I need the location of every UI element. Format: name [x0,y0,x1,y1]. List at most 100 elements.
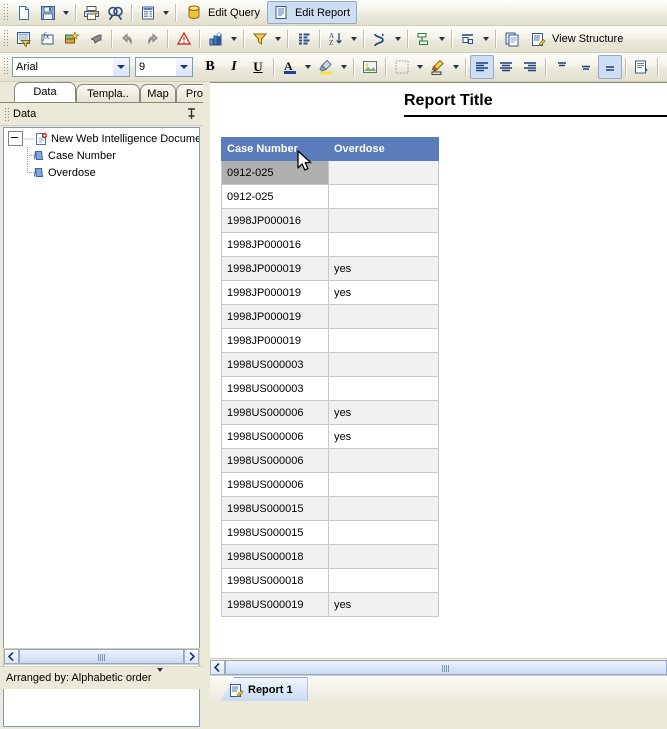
insert-row-icon[interactable] [412,27,436,51]
highlight-color-icon[interactable] [314,55,338,79]
underline-button[interactable]: U [246,55,270,79]
scroll-right-button[interactable] [184,649,199,664]
tree-node-case-number[interactable]: Case Number [4,147,199,164]
border-style-icon[interactable] [426,55,450,79]
cell-case-number[interactable]: 1998JP000019 [221,328,329,353]
bold-button[interactable]: B [198,55,222,79]
font-size-combo[interactable]: 9 [135,57,193,77]
break-dropdown-caret[interactable] [392,28,404,50]
find-icon[interactable] [104,1,128,25]
hscroll-thumb[interactable] [225,659,667,675]
cell-overdose[interactable] [328,328,439,353]
align-bottom-icon[interactable] [598,55,622,79]
align-middle-icon[interactable] [574,55,598,79]
ranking-icon[interactable] [292,27,316,51]
view-structure-button[interactable]: View Structure [524,28,630,51]
cell-overdose[interactable] [328,304,439,329]
undo-icon[interactable] [116,27,140,51]
hscroll-track[interactable] [19,649,184,664]
font-color-dropdown-caret[interactable] [302,56,314,78]
borders-dropdown-caret[interactable] [414,56,426,78]
toolbar-grip[interactable] [2,58,10,76]
cell-case-number[interactable]: 1998JP000019 [221,280,329,305]
sort-dropdown-caret[interactable] [348,28,360,50]
panel-grip[interactable] [4,107,10,121]
pin-icon[interactable] [183,106,199,122]
edit-query-button[interactable]: Edit Query [180,1,267,24]
tab-map[interactable]: Map [140,84,176,102]
italic-button[interactable]: I [222,55,246,79]
tree-node-overdose[interactable]: Overdose [4,164,199,181]
data-tree[interactable]: New Web Intelligence Document Case Numbe… [3,127,200,727]
table-row[interactable]: 1998US000003 [221,352,439,377]
cell-case-number[interactable]: 1998US000015 [221,496,329,521]
insert-row-dropdown-caret[interactable] [436,28,448,50]
insert-chart-dropdown-caret[interactable] [228,28,240,50]
cell-overdose[interactable] [328,520,439,545]
formula-editor-icon[interactable]: fx [36,27,60,51]
align-center-icon[interactable] [494,55,518,79]
undo-all-icon[interactable] [84,27,108,51]
cell-case-number[interactable]: 1998JP000016 [221,208,329,233]
table-row[interactable]: 1998JP000019 yes [221,280,439,305]
merge-cells-dropdown-caret[interactable] [480,28,492,50]
align-left-icon[interactable] [470,55,494,79]
table-row[interactable]: 1998US000015 [221,496,439,521]
table-row[interactable]: 1998US000006 yes [221,400,439,425]
table-row[interactable]: 1998JP000019 yes [221,256,439,281]
cell-case-number[interactable]: 1998US000006 [221,424,329,449]
font-color-icon[interactable]: A [278,55,302,79]
page-setup-dropdown-caret[interactable] [160,2,172,24]
table-row[interactable]: 1998JP000016 [221,208,439,233]
table-row[interactable]: 1998US000015 [221,520,439,545]
scroll-left-button[interactable] [4,649,19,664]
filter-dropdown-caret[interactable] [272,28,284,50]
column-header-case-number[interactable]: Case Number [221,137,329,161]
borders-icon[interactable] [390,55,414,79]
report-title[interactable]: Report Title [404,92,493,110]
cell-case-number[interactable]: 1998US000019 [221,592,329,617]
new-document-icon[interactable] [12,1,36,25]
table-row[interactable]: 1998US000006 [221,472,439,497]
report-canvas[interactable]: Report Title Case Number Overdose 0912-0… [210,83,667,658]
border-style-dropdown-caret[interactable] [450,56,462,78]
redo-icon[interactable] [140,27,164,51]
arranged-by-control[interactable]: Arranged by: Alphabetic order [0,666,203,689]
merge-cells-icon[interactable] [456,27,480,51]
page-setup-icon[interactable] [136,1,160,25]
save-dropdown-caret[interactable] [60,2,72,24]
report-tab-report-1[interactable]: Report 1 [220,677,308,702]
tree-node-root[interactable]: New Web Intelligence Document [4,130,199,147]
cell-case-number[interactable]: 1998US000015 [221,520,329,545]
cell-overdose[interactable] [328,184,439,209]
cell-case-number[interactable]: 1998US000018 [221,568,329,593]
arranged-by-caret-icon[interactable] [156,668,163,684]
save-icon[interactable] [36,1,60,25]
table-row[interactable]: 1998US000006 [221,448,439,473]
table-row[interactable]: 0912-025 [221,160,439,185]
cell-overdose[interactable]: yes [328,280,439,305]
data-tree-hscrollbar[interactable] [3,648,200,665]
cell-case-number[interactable]: 1998US000003 [221,376,329,401]
table-row[interactable]: 1998JP000016 [221,232,439,257]
table-row[interactable]: 1998US000019 yes [221,592,439,617]
report-table[interactable]: Case Number Overdose 0912-025 0912-025 1… [221,137,439,617]
tab-templates[interactable]: Templa.. [76,84,140,102]
duplicate-report-icon[interactable] [500,27,524,51]
cell-case-number[interactable]: 1998US000006 [221,448,329,473]
tab-data[interactable]: Data [14,82,76,102]
table-row[interactable]: 1998JP000019 [221,328,439,353]
insert-variable-icon[interactable] [60,27,84,51]
edit-data-provider-icon[interactable] [12,27,36,51]
alerters-icon[interactable] [172,27,196,51]
font-name-combo[interactable]: Arial [12,57,130,77]
table-row[interactable]: 1998US000003 [221,376,439,401]
sort-icon[interactable]: A Z [324,27,348,51]
autofit-icon[interactable]: +1 [662,55,667,79]
break-icon[interactable] [368,27,392,51]
cell-case-number[interactable]: 0912-025 [221,160,329,185]
cell-overdose[interactable]: yes [328,400,439,425]
cell-overdose[interactable] [328,376,439,401]
cell-overdose[interactable] [328,544,439,569]
table-row[interactable]: 1998US000018 [221,568,439,593]
